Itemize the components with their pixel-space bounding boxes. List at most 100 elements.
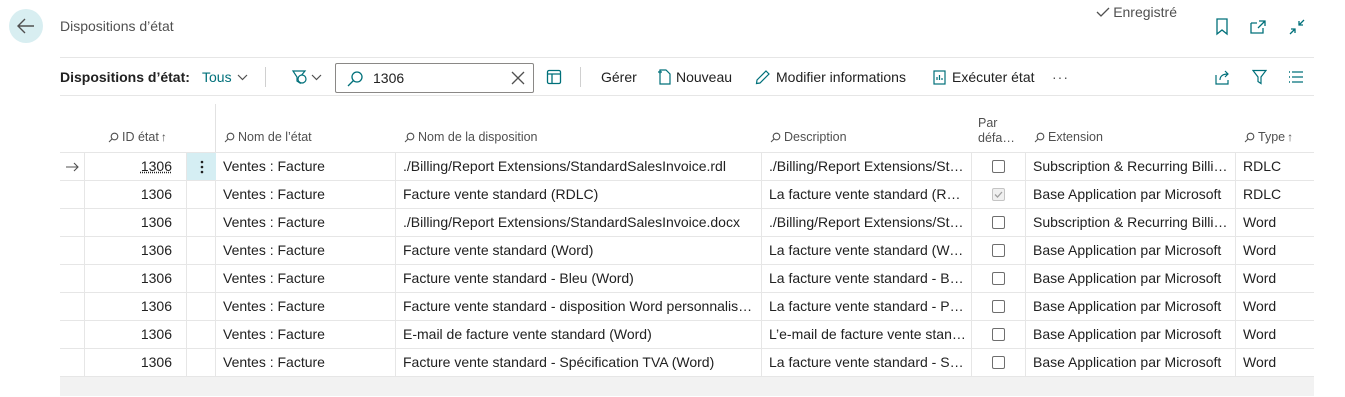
pencil-icon <box>755 70 770 85</box>
view-label: Dispositions d’état: <box>60 69 190 85</box>
default-checkbox[interactable] <box>992 356 1005 369</box>
check-icon <box>1096 7 1110 17</box>
cell-divider <box>215 209 216 237</box>
cell-report-id[interactable]: 1306 <box>90 209 172 237</box>
cell-divider <box>395 349 396 377</box>
gerer-menu[interactable]: Gérer <box>601 58 637 96</box>
new-button-label: Nouveau <box>676 69 733 85</box>
cell-divider <box>971 349 972 377</box>
cell-extension: Subscription & Recurring Billin… <box>1033 214 1230 230</box>
saved-label: Enregistré <box>1113 4 1177 20</box>
default-checkbox[interactable] <box>992 300 1005 313</box>
cell-divider <box>971 181 972 209</box>
default-checkbox[interactable] <box>992 216 1005 229</box>
list-view-button[interactable] <box>1288 58 1304 96</box>
bookmark-icon[interactable] <box>1212 17 1232 37</box>
column-header-description[interactable]: Description <box>770 130 847 144</box>
column-header-layout-name-label: Nom de la disposition <box>418 130 538 144</box>
cell-report-id[interactable]: 1306 <box>90 237 172 265</box>
default-checkbox[interactable] <box>992 160 1005 173</box>
cell-report-name: Ventes : Facture <box>223 326 325 342</box>
collapse-icon[interactable] <box>1287 17 1307 37</box>
cell-type: Word <box>1243 214 1277 230</box>
default-checkbox[interactable] <box>992 328 1005 341</box>
table-row[interactable]: 1306 Ventes : Facture ./Billing/Report Ext… <box>60 152 1314 181</box>
cell-layout-name[interactable]: Facture vente standard (RDLC) <box>403 181 755 209</box>
layout-options-button[interactable] <box>546 58 562 96</box>
clear-search-icon[interactable] <box>511 71 525 85</box>
report-icon <box>933 69 946 85</box>
back-button[interactable] <box>9 9 43 43</box>
cell-divider <box>215 181 216 209</box>
cell-divider <box>1025 265 1026 293</box>
table-row[interactable]: 1306 Ventes : Facture Facture vente standa… <box>60 180 1314 209</box>
default-checkbox[interactable] <box>992 188 1005 201</box>
column-header-default[interactable]: Par défa… <box>978 116 1015 146</box>
action-bar: Dispositions d’état: Tous 1306 Gérer Nou… <box>60 57 1314 96</box>
cell-report-id[interactable]: 1306 <box>90 153 172 181</box>
cell-report-id[interactable]: 1306 <box>90 349 172 377</box>
chevron-down-icon <box>237 74 248 80</box>
cell-layout-name[interactable]: ./Billing/Report Extensions/StandardSale… <box>403 153 755 181</box>
column-header-layout-name[interactable]: Nom de la disposition <box>404 130 538 144</box>
cell-divider <box>1235 153 1236 181</box>
more-actions-button[interactable]: ··· <box>1052 58 1069 96</box>
table-row[interactable]: 1306 Ventes : Facture Facture vente standa… <box>60 264 1314 293</box>
cell-layout-name[interactable]: Facture vente standard - disposition Wor… <box>403 293 755 321</box>
column-header-default-line1: Par <box>978 116 998 130</box>
share-button[interactable] <box>1214 58 1231 96</box>
cell-report-id[interactable]: 1306 <box>90 321 172 349</box>
cell-divider <box>761 153 762 181</box>
cell-divider <box>1025 349 1026 377</box>
table-row[interactable]: 1306 Ventes : Facture ./Billing/Report Ext… <box>60 208 1314 237</box>
cell-report-id[interactable]: 1306 <box>90 181 172 209</box>
search-value: 1306 <box>373 70 405 86</box>
cell-layout-name[interactable]: Facture vente standard - Bleu (Word) <box>403 265 755 293</box>
filter-dropdown[interactable]: Tous <box>202 58 248 96</box>
table-row[interactable]: 1306 Ventes : Facture Facture vente standa… <box>60 348 1314 377</box>
filter-pane-toggle[interactable] <box>290 58 322 96</box>
row-actions-button[interactable] <box>187 153 216 180</box>
cell-divider <box>971 153 972 181</box>
search-icon <box>404 132 415 142</box>
cell-divider <box>1235 265 1236 293</box>
table-row[interactable]: 1306 Ventes : Facture E-mail de facture ve… <box>60 320 1314 349</box>
cell-divider <box>395 237 396 265</box>
cell-report-id[interactable]: 1306 <box>90 265 172 293</box>
column-header-description-label: Description <box>784 130 847 144</box>
filter-icon <box>1252 69 1267 85</box>
column-header-id[interactable]: ID état ↑ <box>108 130 167 144</box>
cell-divider <box>761 209 762 237</box>
cell-layout-name[interactable]: E-mail de facture vente standard (Word) <box>403 321 755 349</box>
column-header-extension[interactable]: Extension <box>1034 130 1103 144</box>
cell-divider <box>395 209 396 237</box>
cell-divider <box>215 321 216 349</box>
cell-report-id[interactable]: 1306 <box>90 293 172 321</box>
column-header-type[interactable]: Type ↑ <box>1244 130 1293 144</box>
table-row[interactable]: 1306 Ventes : Facture Facture vente standa… <box>60 292 1314 321</box>
table-row[interactable]: 1306 Ventes : Facture Facture vente standa… <box>60 236 1314 265</box>
new-button[interactable]: Nouveau <box>657 58 732 96</box>
default-checkbox[interactable] <box>992 272 1005 285</box>
cell-divider <box>186 237 187 265</box>
cell-divider <box>395 265 396 293</box>
column-header-report-name[interactable]: Nom de l’état <box>224 130 312 144</box>
default-checkbox[interactable] <box>992 244 1005 257</box>
cell-layout-name[interactable]: Facture vente standard (Word) <box>403 237 755 265</box>
search-input[interactable]: 1306 <box>335 63 534 93</box>
column-header-default-line2: défa… <box>978 131 1015 145</box>
cell-divider <box>1025 209 1026 237</box>
cell-layout-name[interactable]: ./Billing/Report Extensions/StandardSale… <box>403 209 755 237</box>
new-document-icon <box>658 69 671 85</box>
run-report-button[interactable]: Exécuter état <box>933 58 1035 96</box>
filter-button[interactable] <box>1252 58 1267 96</box>
cell-divider <box>1235 349 1236 377</box>
edit-info-button[interactable]: Modifier informations <box>755 58 906 96</box>
cell-divider <box>1235 209 1236 237</box>
page-title: Dispositions d’état <box>60 18 174 34</box>
cell-description: La facture vente standard - Sp… <box>769 354 966 370</box>
cell-layout-name[interactable]: Facture vente standard - Spécification T… <box>403 349 755 377</box>
filter-pane-icon <box>291 70 307 85</box>
cell-divider <box>971 293 972 321</box>
open-new-window-icon[interactable] <box>1248 17 1268 37</box>
